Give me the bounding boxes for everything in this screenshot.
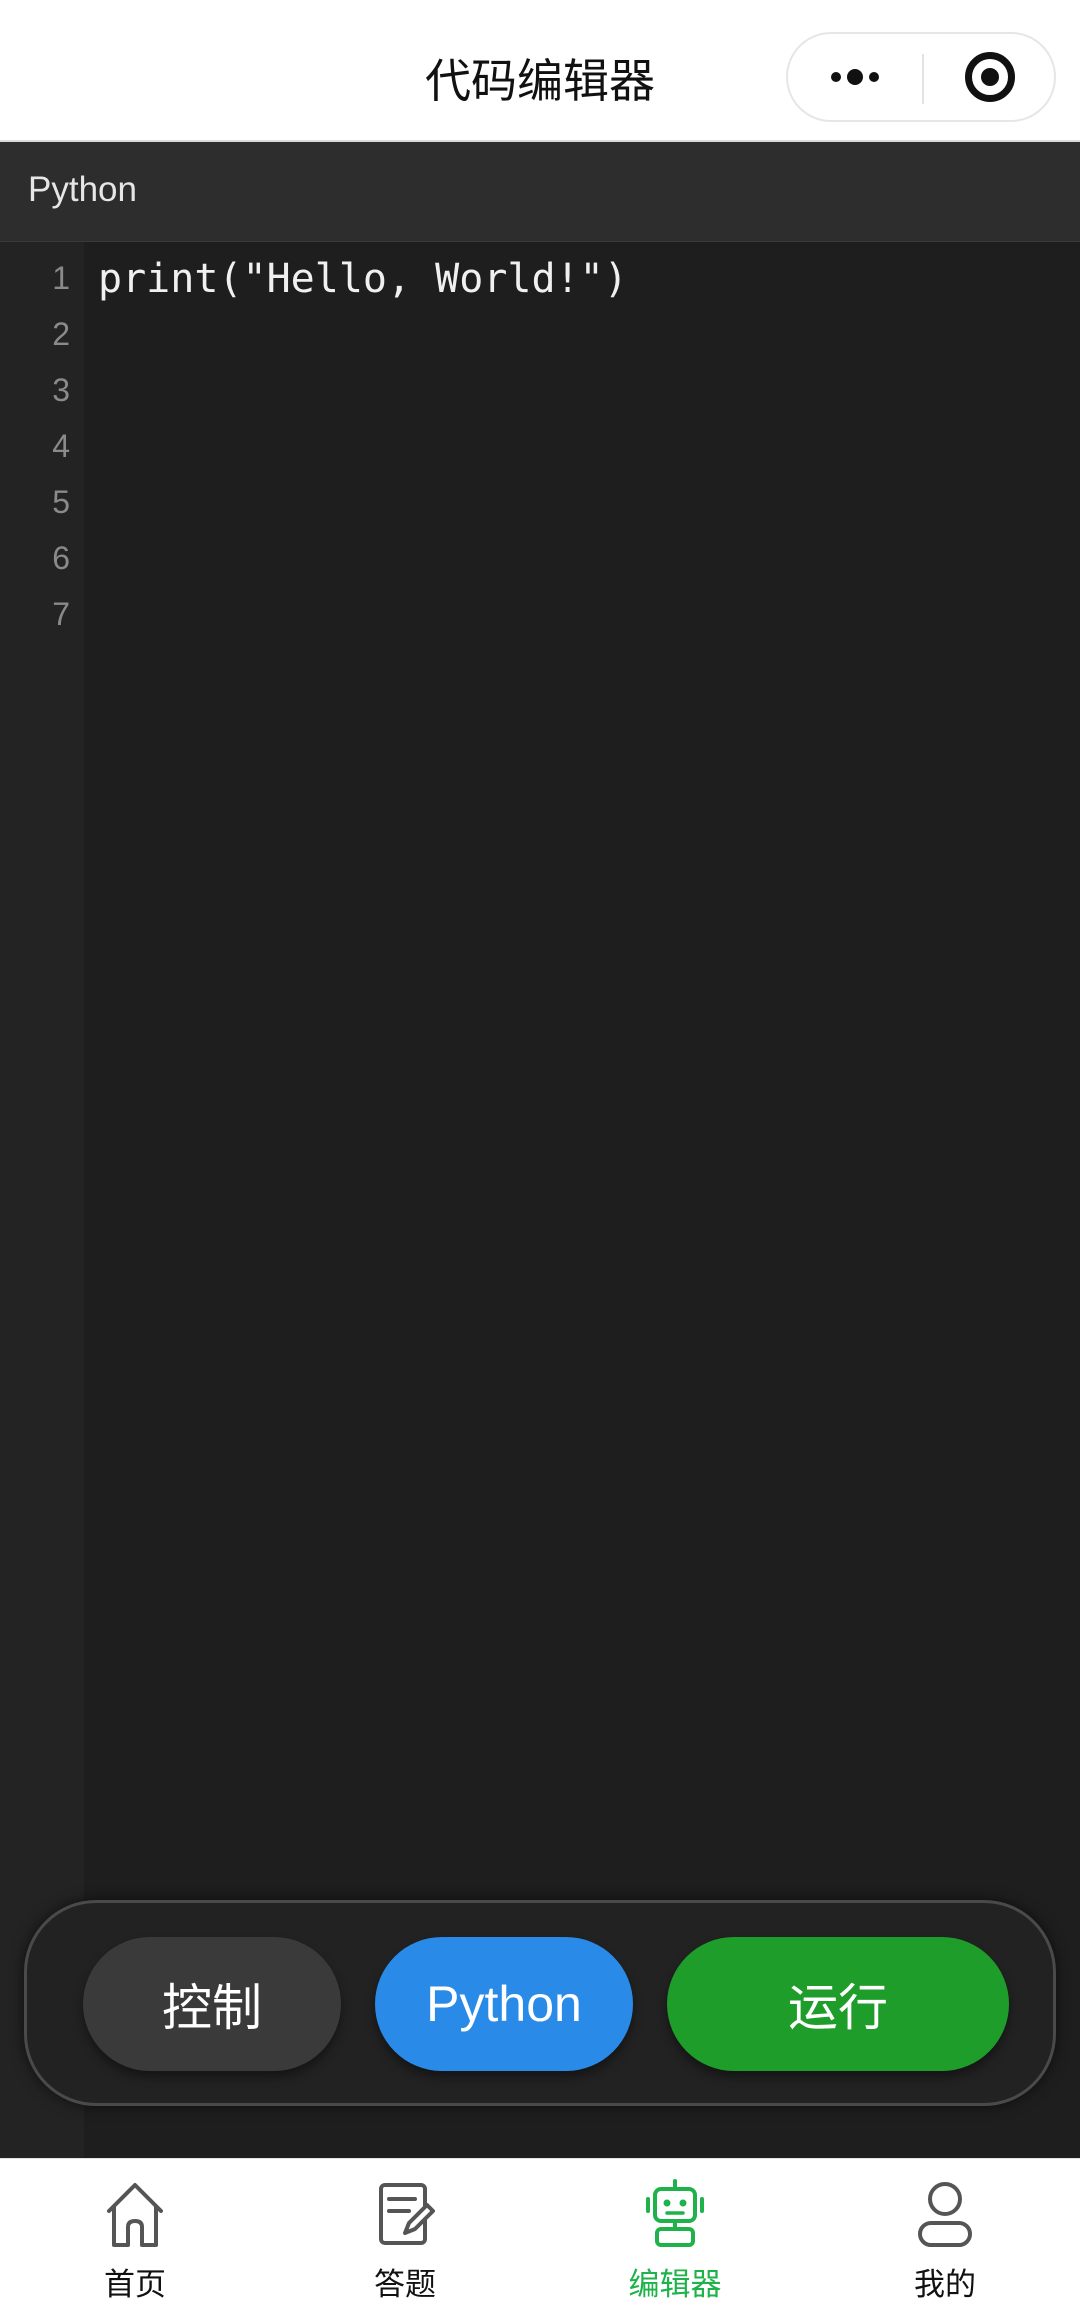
line-number: 5 (52, 484, 70, 520)
tab-home[interactable]: 首页 (0, 2159, 270, 2310)
language-select-button[interactable]: Python (375, 1937, 633, 2071)
tab-label: 首页 (104, 2267, 166, 2303)
run-button[interactable]: 运行 (667, 1937, 1009, 2071)
current-language-label: Python (28, 170, 137, 209)
line-number: 4 (52, 428, 70, 464)
tab-quiz[interactable]: 答题 (270, 2159, 540, 2310)
edit-icon (379, 2183, 435, 2245)
tab-label: 我的 (914, 2267, 976, 2303)
more-dots-icon (831, 69, 879, 85)
code-line[interactable]: print("Hello, World!") (98, 256, 628, 302)
language-bar: Python (0, 142, 1080, 242)
line-number: 1 (52, 260, 70, 296)
bottom-tab-bar: 首页 答题 编辑器 我的 (0, 2158, 1080, 2310)
control-panel: 控制 Python 运行 (24, 1900, 1056, 2106)
line-number: 2 (52, 316, 70, 352)
tab-editor[interactable]: 编辑器 (540, 2159, 810, 2310)
menu-capsule (786, 32, 1056, 122)
control-button[interactable]: 控制 (83, 1937, 341, 2071)
tab-label: 答题 (374, 2267, 436, 2303)
more-button[interactable] (788, 34, 922, 120)
line-number: 7 (52, 596, 70, 632)
close-miniprogram-button[interactable] (924, 34, 1056, 120)
code-editor[interactable]: 1 2 3 4 5 6 7 print("Hello, World!") (0, 242, 1080, 2158)
home-icon (107, 2183, 163, 2247)
line-number: 6 (52, 540, 70, 576)
target-icon (965, 52, 1015, 102)
robot-icon (646, 2179, 704, 2247)
tab-profile[interactable]: 我的 (810, 2159, 1080, 2310)
line-number-gutter: 1 2 3 4 5 6 7 (0, 242, 84, 2158)
user-icon (918, 2182, 972, 2247)
tab-label: 编辑器 (628, 2267, 722, 2303)
line-number: 3 (52, 372, 70, 408)
nav-header: 代码编辑器 (0, 0, 1080, 142)
